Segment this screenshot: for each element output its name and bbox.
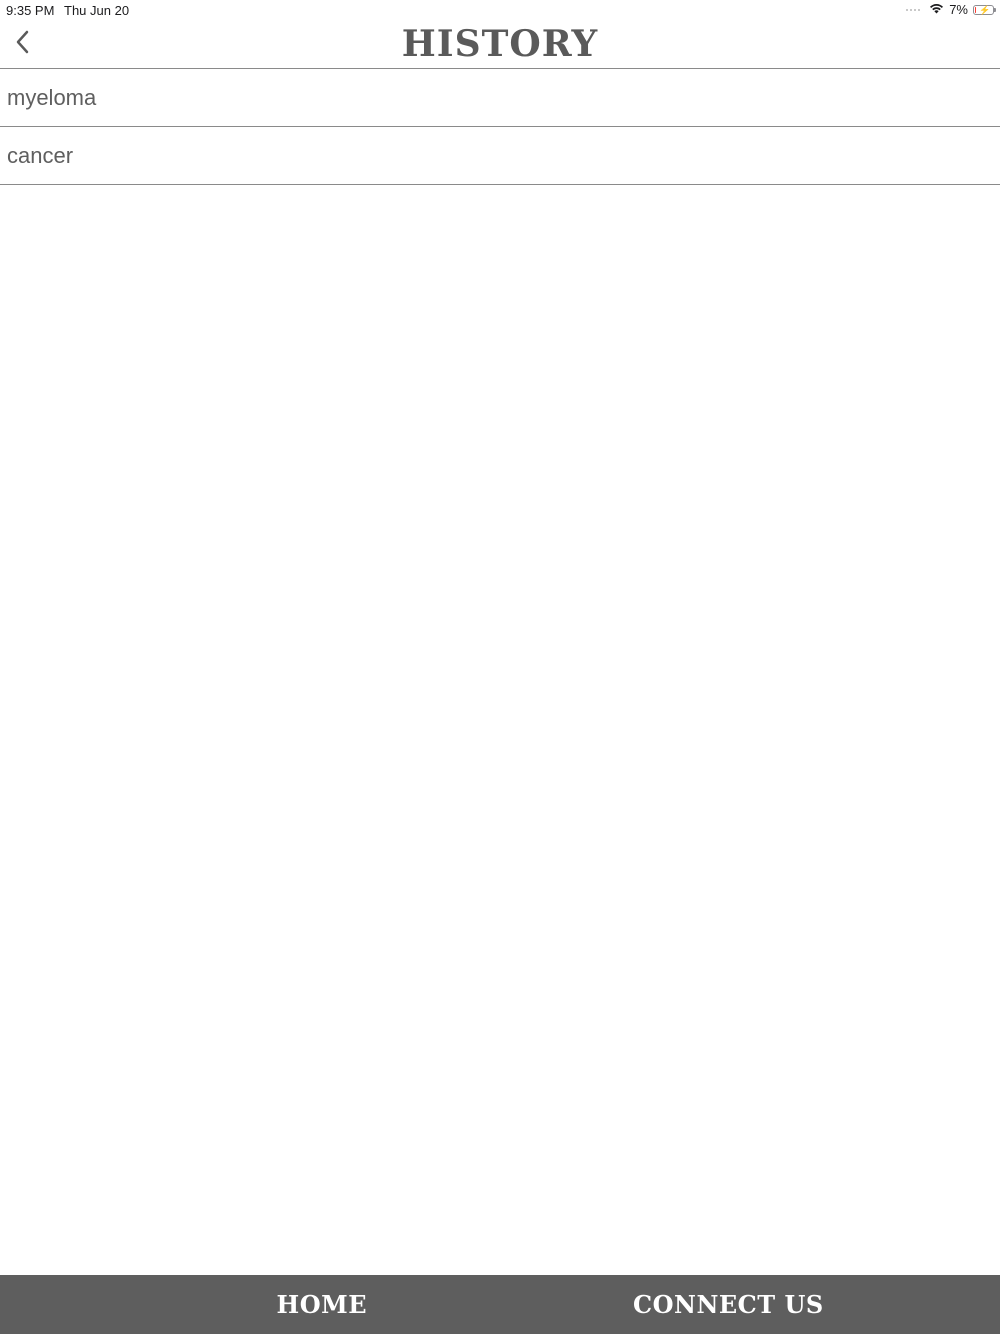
status-time: 9:35 PM bbox=[6, 3, 55, 18]
battery-fill bbox=[975, 6, 976, 13]
connect-us-button[interactable]: CONNECT US bbox=[537, 1275, 1000, 1334]
signal-dots-icon bbox=[906, 8, 921, 11]
navigation-bar: HISTORY bbox=[0, 20, 1000, 69]
history-item-cancer[interactable]: cancer bbox=[0, 127, 1000, 185]
home-button[interactable]: HOME bbox=[0, 1275, 537, 1334]
battery-percent: 7% bbox=[949, 2, 968, 17]
history-item-myeloma[interactable]: myeloma bbox=[0, 69, 1000, 127]
history-list: myeloma cancer bbox=[0, 69, 1000, 185]
status-bar: 9:35 PM Thu Jun 20 7% ⚡ bbox=[0, 0, 1000, 20]
bottom-tab-bar: HOME CONNECT US bbox=[0, 1275, 1000, 1334]
battery-icon: ⚡ bbox=[973, 4, 996, 15]
status-date: Thu Jun 20 bbox=[64, 3, 130, 18]
page-title: HISTORY bbox=[401, 23, 599, 65]
charging-bolt-icon: ⚡ bbox=[979, 4, 991, 15]
status-indicators: 7% ⚡ bbox=[906, 2, 996, 17]
wifi-icon bbox=[929, 2, 944, 17]
